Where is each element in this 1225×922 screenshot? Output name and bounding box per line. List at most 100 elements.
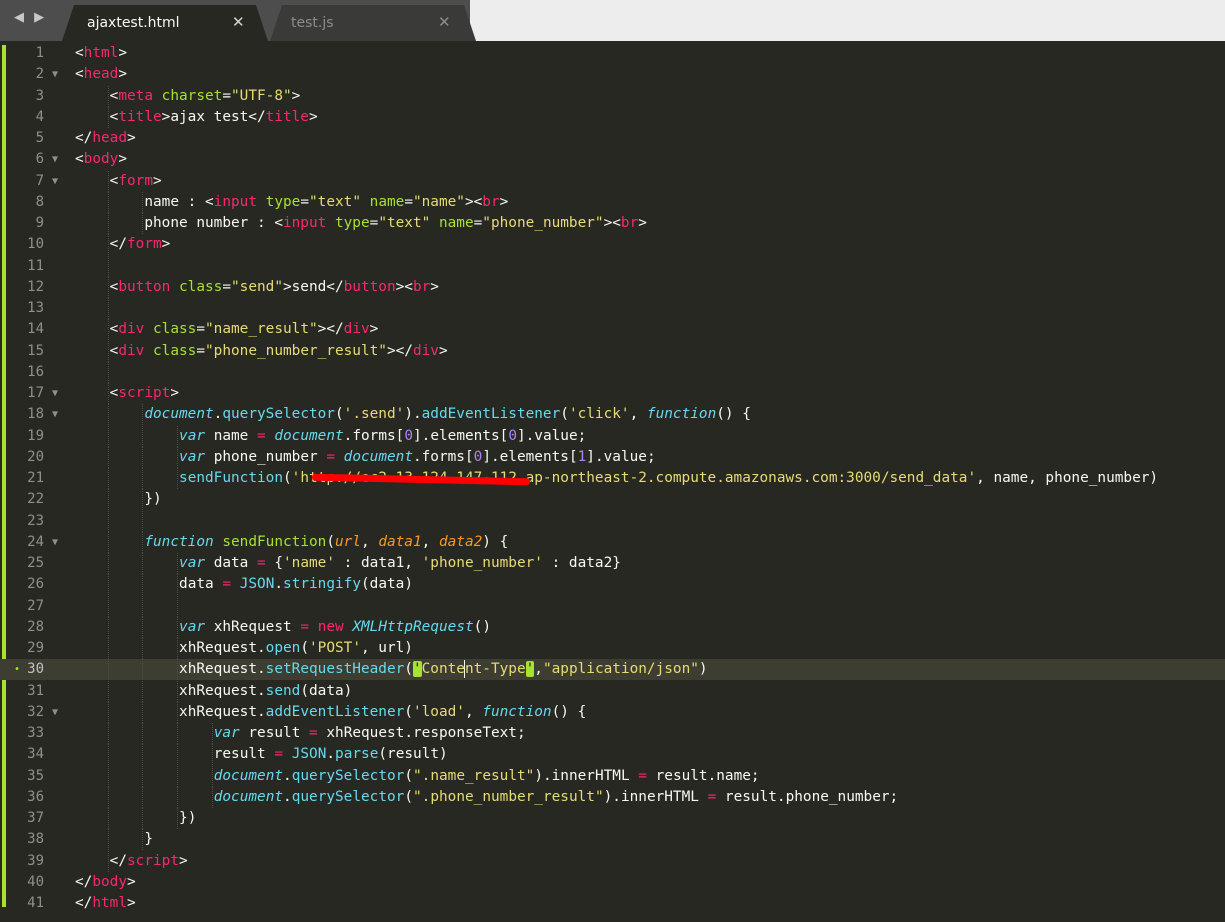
indent-guide — [107, 383, 109, 404]
code-token: 'phone_number' — [421, 555, 543, 571]
code-token: 'POST' — [309, 640, 361, 656]
code-line[interactable]: 24 ▼ function sendFunction(url, data1, dat… — [0, 531, 1225, 553]
code-line[interactable]: 9 phone number : <input type="text" name=… — [0, 213, 1225, 234]
fold-arrow-icon[interactable]: ▼ — [52, 383, 58, 404]
code-token: , — [421, 533, 439, 550]
indent-guide — [177, 659, 179, 681]
code-line[interactable]: 40 </body> — [0, 872, 1225, 893]
code-token: send — [265, 682, 301, 699]
code-line[interactable]: 35 document.querySelector(".name_result")… — [0, 765, 1225, 787]
code-line[interactable]: 16 — [0, 361, 1225, 383]
code-token: ].elements[ — [482, 448, 578, 465]
code-line[interactable]: 5 </head> — [0, 128, 1225, 149]
indent-guide — [142, 213, 144, 234]
code-token: body — [92, 873, 127, 890]
indent-guide — [107, 616, 109, 638]
line-number: 18 — [27, 406, 44, 423]
code-line[interactable]: 11 — [0, 255, 1225, 277]
code-line[interactable]: 14 <div class="name_result"></div> — [0, 319, 1225, 341]
code-line[interactable]: 18 ▼ document.querySelector('.send').addEv… — [0, 404, 1225, 426]
indent-guide — [142, 191, 144, 213]
code-token: ].value; — [516, 427, 587, 444]
code-content: </script> — [110, 851, 188, 872]
fold-arrow-icon[interactable]: ▼ — [52, 702, 58, 723]
code-line[interactable]: 27 — [0, 595, 1225, 617]
code-line[interactable]: 38} — [0, 829, 1225, 851]
code-line[interactable]: 7 ▼ <form> — [0, 170, 1225, 192]
code-token: addEventListener — [421, 406, 561, 423]
indent-guide — [142, 765, 144, 787]
code-token: ). — [404, 406, 422, 423]
tab-ajaxtest-html[interactable]: ajaxtest.html ✕ — [62, 5, 268, 41]
code-content: </head> — [75, 128, 136, 149]
code-line[interactable]: 15 <div class="phone_number_result"></div… — [0, 340, 1225, 362]
code-token: </ — [75, 873, 93, 890]
fold-arrow-icon[interactable]: ▼ — [52, 149, 58, 170]
code-line[interactable]: 37}) — [0, 808, 1225, 829]
code-line[interactable]: 28 var xhRequest = new XMLHttpRequest() — [0, 616, 1225, 638]
code-editor[interactable]: 1 <html> 2 ▼ <head> 3 <meta charset="UTF-8"> 4 <… — [0, 41, 1225, 922]
fold-arrow-icon[interactable]: ▼ — [52, 404, 58, 425]
indent-guide — [177, 574, 179, 596]
code-line[interactable]: 22}) — [0, 489, 1225, 511]
code-line[interactable]: 34 result = JSON.parse(result) — [0, 744, 1225, 766]
code-token: new — [317, 618, 344, 635]
fold-arrow-icon[interactable]: ▼ — [52, 64, 58, 85]
close-icon[interactable]: ✕ — [232, 13, 245, 31]
code-line[interactable]: 23 — [0, 510, 1225, 532]
code-line[interactable]: 39 </script> — [0, 850, 1225, 872]
code-line[interactable]: 36 document.querySelector(".phone_number_… — [0, 786, 1225, 808]
code-token: ( — [326, 533, 335, 550]
code-token: >< — [395, 278, 413, 295]
indent-guide — [107, 489, 109, 511]
code-token: 1 — [577, 448, 587, 465]
indent-guide — [107, 595, 109, 617]
code-line[interactable]: 19 var name = document.forms[0].elements[… — [0, 425, 1225, 447]
code-line[interactable]: 12 <button class="send">send</button><br> — [0, 276, 1225, 298]
code-token: > — [430, 278, 439, 295]
code-line[interactable]: 10 </form> — [0, 234, 1225, 256]
code-token: result.name; — [646, 767, 760, 784]
code-line[interactable]: 17 ▼ <script> — [0, 383, 1225, 404]
indent-guide — [142, 744, 144, 766]
code-line[interactable]: 29 xhRequest.open('POST', url) — [0, 638, 1225, 659]
code-line[interactable]: 8 name : <input type="text" name="name"><… — [0, 191, 1225, 213]
code-line[interactable]: 31 xhRequest.send(data) — [0, 680, 1225, 702]
tab-nav-arrows-icon[interactable]: ◀ ▶ — [14, 10, 50, 28]
indent-guide — [107, 170, 109, 192]
code-token: "text" — [378, 215, 431, 231]
code-token: "phone_number_result" — [205, 342, 387, 359]
indent-guide — [142, 595, 144, 617]
code-token: class — [153, 321, 197, 338]
tab-test-js[interactable]: test.js ✕ — [270, 5, 476, 41]
indent-guide — [177, 468, 179, 489]
code-line[interactable]: 4 <title>ajax test</title> — [0, 106, 1225, 128]
code-token: div — [412, 342, 439, 359]
code-line[interactable]: 21 sendFunction('http://ec2-13-124-147-11… — [0, 468, 1225, 489]
code-line[interactable]: 2 ▼ <head> — [0, 64, 1225, 85]
code-line[interactable]: 6 ▼ <body> — [0, 149, 1225, 170]
code-token: = — [473, 215, 483, 231]
code-line[interactable]: 26 data = JSON.stringify(data) — [0, 574, 1225, 596]
code-line[interactable]: 13 — [0, 298, 1225, 319]
code-line[interactable]: 3 <meta charset="UTF-8"> — [0, 85, 1225, 107]
indent-guide — [177, 808, 179, 829]
code-token: charset — [161, 87, 223, 104]
code-line[interactable]: 25 var data = {'name' : data1, 'phone_num… — [0, 553, 1225, 574]
code-line[interactable]: 32 ▼ xhRequest.addEventListener('load', fu… — [0, 701, 1225, 723]
code-line[interactable]: 1 <html> — [0, 43, 1225, 64]
code-line[interactable]: 33 var result = xhRequest.responseText; — [0, 723, 1225, 744]
indent-guide — [107, 234, 109, 256]
indent-guide — [142, 616, 144, 638]
fold-arrow-icon[interactable]: ▼ — [52, 171, 58, 192]
code-line[interactable]: 41 </html> — [0, 893, 1225, 914]
code-line[interactable]: 20 var phone_number = document.forms[0].e… — [0, 446, 1225, 468]
code-line[interactable]: 30 • xhRequest.setRequestHeader('Content-T… — [0, 659, 1225, 681]
code-token: ).innerHTML — [603, 788, 708, 805]
close-icon[interactable]: ✕ — [438, 13, 451, 31]
tab-label: ajaxtest.html — [87, 15, 180, 31]
code-token: stringify — [283, 576, 362, 593]
code-token: xhRequest.responseText; — [317, 725, 526, 741]
fold-arrow-icon[interactable]: ▼ — [52, 532, 58, 553]
